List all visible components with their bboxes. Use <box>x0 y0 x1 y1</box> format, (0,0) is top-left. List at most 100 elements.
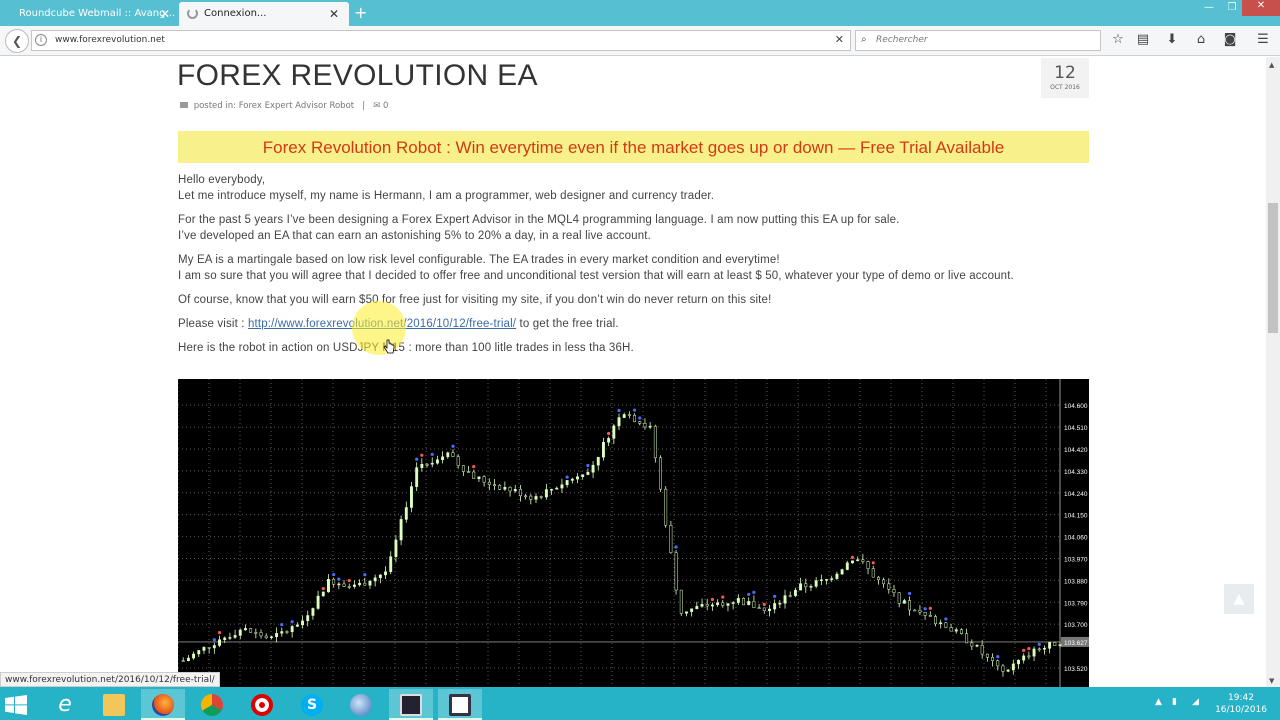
candle-body <box>882 579 886 585</box>
star-icon[interactable]: ☆ <box>1109 32 1127 47</box>
battery-icon[interactable]: ▮ <box>1172 697 1177 707</box>
firefox-icon[interactable] <box>141 689 185 720</box>
candle-body <box>451 452 455 457</box>
download-icon[interactable]: ⬇ <box>1163 32 1181 47</box>
y-tick-label: 103.700 <box>1064 622 1088 629</box>
stop-icon[interactable]: ✕ <box>835 33 844 46</box>
candle-body <box>617 417 621 427</box>
back-arrow-icon[interactable]: ❮ <box>5 29 29 53</box>
text-line: Let me introduce myself, my name is Herm… <box>178 190 715 202</box>
candle-body <box>534 496 538 500</box>
search-input[interactable]: ⌕ Rechercher <box>855 30 1101 51</box>
y-tick-label: 104.600 <box>1064 403 1088 410</box>
candle-body <box>202 647 206 651</box>
meta-category-link[interactable]: Forex Expert Advisor Robot <box>239 101 354 111</box>
opera-icon[interactable] <box>240 689 284 720</box>
candle-body <box>518 489 522 497</box>
trade-marker <box>638 416 642 420</box>
windows-start-icon[interactable] <box>5 695 27 715</box>
tab-bar: Roundcube Webmail :: Avang... ✕ Connexio… <box>0 0 1280 26</box>
candle-body <box>1001 665 1005 672</box>
candle-body <box>799 583 803 591</box>
metatrader-icon[interactable] <box>389 689 433 720</box>
trade-marker <box>607 431 611 436</box>
y-tick-label: 103.970 <box>1064 556 1088 563</box>
candle-body <box>275 633 279 637</box>
candle-body <box>757 607 761 609</box>
chrome-icon[interactable] <box>190 689 234 720</box>
menu-icon[interactable]: ☰ <box>1254 32 1272 47</box>
candle-body <box>1022 655 1026 661</box>
scrollbar-thumb[interactable] <box>1268 203 1278 333</box>
candle-body <box>939 622 943 625</box>
candle-body <box>897 592 901 604</box>
tab-roundcube[interactable]: Roundcube Webmail :: Avang... ✕ <box>0 2 178 26</box>
candle-body <box>747 601 751 606</box>
close-icon[interactable]: ✕ <box>160 7 170 21</box>
link-status-bar: www.forexrevolution.net/2016/10/12/free-… <box>0 672 220 687</box>
candle-body <box>985 653 989 658</box>
home-icon[interactable]: ⌂ <box>1192 32 1210 47</box>
close-icon[interactable]: ✕ <box>329 7 339 21</box>
candle-body <box>1053 642 1057 646</box>
skype-icon[interactable]: S <box>290 689 334 720</box>
tab-connexion[interactable]: Connexion... ✕ <box>179 2 349 26</box>
candle-body <box>835 573 839 579</box>
candle-body <box>207 647 211 649</box>
scroll-up-icon[interactable]: ▲ <box>1269 61 1274 69</box>
window-icon[interactable] <box>438 689 482 720</box>
pocket-icon[interactable]: ◙ <box>1221 32 1239 47</box>
file-explorer-icon[interactable] <box>92 689 136 720</box>
candle-body <box>591 464 595 473</box>
info-icon[interactable]: i <box>35 34 47 46</box>
candle-body <box>783 595 787 604</box>
thunderbird-icon[interactable] <box>339 689 383 720</box>
candle-body <box>996 660 1000 667</box>
url-bar[interactable]: i www.forexrevolution.net ✕ <box>31 30 851 51</box>
candle-body <box>716 602 720 606</box>
candle-body <box>290 626 294 633</box>
text-line: to get the free trial. <box>519 318 619 330</box>
candle-body <box>218 639 221 646</box>
candle-body <box>186 657 190 661</box>
window-close-icon[interactable]: ✕ <box>1242 0 1280 16</box>
tray-expand-icon[interactable]: ▲ <box>1155 697 1162 707</box>
candle-body <box>1017 659 1020 665</box>
scroll-to-top-button[interactable]: ▲ <box>1224 584 1254 614</box>
taskbar-clock[interactable]: 19:42 16/10/2016 <box>1210 692 1272 716</box>
trade-marker <box>321 587 325 591</box>
cursor-highlight <box>352 301 406 355</box>
candle-body <box>923 612 927 616</box>
candle-body <box>456 456 460 466</box>
internet-explorer-icon[interactable]: e <box>43 689 87 720</box>
trade-marker <box>996 654 1000 659</box>
candle-body <box>1032 648 1036 657</box>
candle-body <box>607 438 611 443</box>
network-icon[interactable]: ◢ <box>1192 697 1199 707</box>
candle-body <box>560 484 564 489</box>
plus-icon[interactable]: + <box>354 3 367 22</box>
candle-body <box>1027 655 1031 658</box>
candle-body <box>555 487 559 490</box>
candle-body <box>627 414 631 416</box>
y-tick-label: 104.330 <box>1064 469 1088 476</box>
restore-icon[interactable]: ❐ <box>1222 2 1242 20</box>
scroll-down-icon[interactable]: ▼ <box>1269 677 1274 685</box>
candle-body <box>949 627 953 632</box>
candle-body <box>1058 644 1062 646</box>
candle-body <box>612 425 616 439</box>
page-content: FOREX REVOLUTION EA 12 OCT 2016 posted i… <box>0 57 1266 687</box>
candle-body <box>902 600 906 604</box>
text-line: Hello everybody, <box>178 174 266 186</box>
paragraph: For the past 5 years I’ve been designing… <box>178 212 1058 244</box>
minimize-icon[interactable]: — <box>1196 2 1222 20</box>
candle-body <box>529 495 533 500</box>
candle-body <box>420 463 424 468</box>
candle-body <box>861 559 865 562</box>
reading-list-icon[interactable]: ▤ <box>1134 32 1152 47</box>
meta-comments[interactable]: 0 <box>383 101 388 111</box>
trade-marker <box>762 602 766 606</box>
candle-body <box>472 471 476 479</box>
candle-body <box>892 589 896 593</box>
page-scrollbar[interactable]: ▲ ▼ <box>1266 57 1280 687</box>
